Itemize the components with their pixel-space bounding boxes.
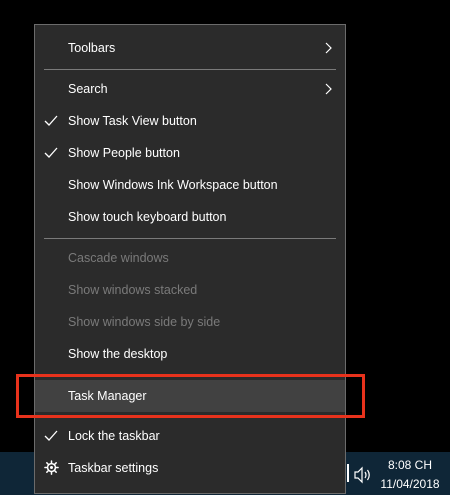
menu-item-search[interactable]: Search: [35, 74, 345, 104]
menu-item-toolbars[interactable]: Toolbars: [35, 33, 345, 63]
menu-item-show-touch-keyboard-button[interactable]: Show touch keyboard button: [35, 202, 345, 232]
menu-item-show-windows-stacked: Show windows stacked: [35, 275, 345, 305]
taskbar-context-menu: Toolbars Search Show Task View button Sh…: [34, 24, 346, 494]
clock-time[interactable]: 8:08 CH: [376, 458, 444, 472]
menu-item-label: Cascade windows: [68, 251, 169, 265]
menu-item-label: Show touch keyboard button: [68, 210, 227, 224]
menu-item-cascade-windows: Cascade windows: [35, 243, 345, 273]
menu-item-show-windows-ink-workspace-button[interactable]: Show Windows Ink Workspace button: [35, 170, 345, 200]
menu-item-label: Lock the taskbar: [68, 429, 160, 443]
tray-divider: [347, 464, 349, 482]
menu-item-label: Search: [68, 82, 108, 96]
menu-item-show-the-desktop[interactable]: Show the desktop: [35, 339, 345, 369]
menu-item-label: Show windows side by side: [68, 315, 221, 329]
menu-item-show-windows-side-by-side: Show windows side by side: [35, 307, 345, 337]
menu-item-taskbar-settings[interactable]: Taskbar settings: [35, 453, 345, 483]
chevron-right-icon: [325, 74, 335, 104]
menu-item-label: Show Windows Ink Workspace button: [68, 178, 278, 192]
clock-date[interactable]: 11/04/2018: [376, 477, 444, 491]
menu-item-label: Taskbar settings: [68, 461, 159, 475]
checkmark-icon: [44, 421, 60, 451]
menu-item-label: Show windows stacked: [68, 283, 198, 297]
menu-item-label: Show People button: [68, 146, 180, 160]
checkmark-icon: [44, 138, 60, 168]
menu-item-show-people-button[interactable]: Show People button: [35, 138, 345, 168]
menu-separator: [44, 238, 336, 239]
menu-item-show-task-view-button[interactable]: Show Task View button: [35, 106, 345, 136]
gear-icon: [44, 453, 60, 483]
menu-separator: [44, 69, 336, 70]
menu-item-label: Show Task View button: [68, 114, 197, 128]
menu-item-label: Show the desktop: [68, 347, 168, 361]
speaker-icon[interactable]: [353, 466, 373, 484]
menu-item-label: Toolbars: [68, 41, 116, 55]
chevron-right-icon: [325, 33, 335, 63]
checkmark-icon: [44, 106, 60, 136]
highlight-annotation-box: [16, 374, 365, 418]
menu-item-lock-the-taskbar[interactable]: Lock the taskbar: [35, 421, 345, 451]
